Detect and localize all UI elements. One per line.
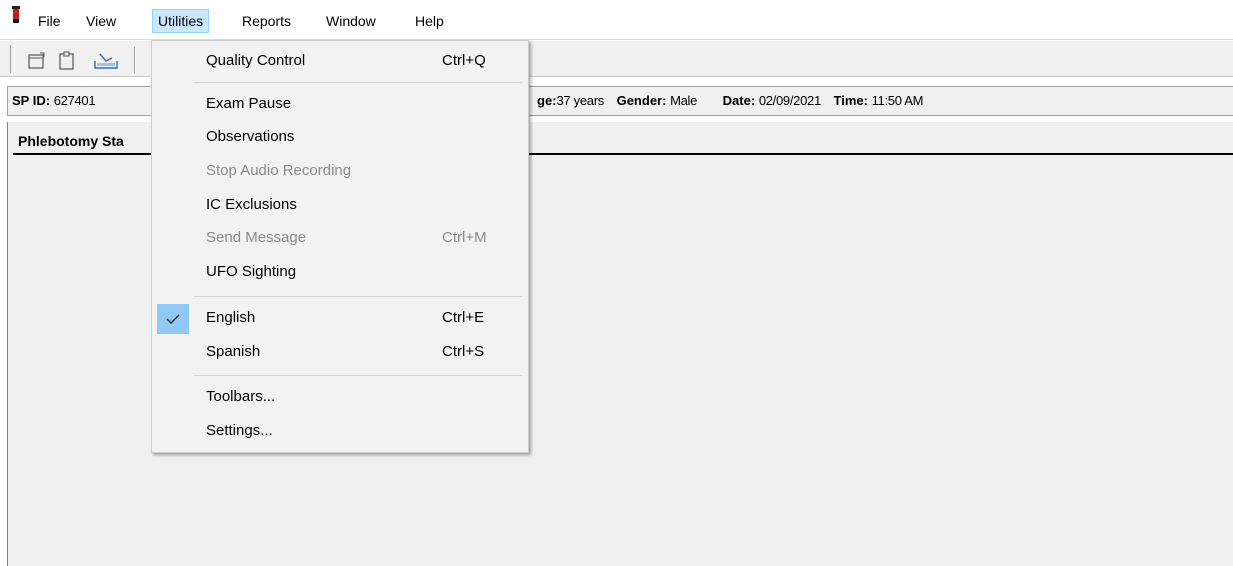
- menu-view[interactable]: View: [80, 9, 122, 33]
- menu-item-label: Observations: [206, 128, 295, 145]
- toolbar-grip[interactable]: [10, 45, 15, 73]
- menu-file[interactable]: File: [32, 9, 67, 33]
- menu-item-stop-audio-recording: Stop Audio Recording: [154, 156, 526, 186]
- menu-item-spanish[interactable]: Spanish Ctrl+S: [154, 337, 526, 367]
- toolbar-separator: [134, 47, 136, 73]
- menu-item-observations[interactable]: Observations: [154, 122, 526, 152]
- menu-item-quality-control[interactable]: Quality Control Ctrl+Q: [154, 46, 526, 76]
- menu-utilities[interactable]: Utilities: [152, 9, 210, 33]
- date-value: 02/09/2021: [758, 93, 821, 108]
- menu-item-label: Send Message: [206, 229, 307, 246]
- clipboard-icon[interactable]: [57, 51, 77, 71]
- menu-separator: [194, 296, 522, 297]
- menu-item-shortcut: Ctrl+S: [442, 343, 485, 360]
- menu-item-toolbars[interactable]: Toolbars...: [154, 382, 526, 412]
- panel-title: Phlebotomy Sta: [18, 133, 124, 149]
- menu-item-label: Settings...: [206, 422, 273, 439]
- utilities-dropdown-menu: Quality Control Ctrl+Q Exam Pause Observ…: [151, 40, 529, 453]
- sp-id: SP ID: 627401: [12, 87, 96, 115]
- time-value: 11:50 AM: [871, 93, 924, 108]
- app-window: File View Utilities Reports Window Help …: [0, 0, 1233, 566]
- menu-help[interactable]: Help: [409, 9, 450, 33]
- time-label: Time:: [833, 93, 868, 108]
- menu-item-ufo-sighting[interactable]: UFO Sighting: [154, 257, 526, 287]
- menu-bar: File View Utilities Reports Window Help: [0, 0, 1233, 40]
- menu-reports[interactable]: Reports: [236, 9, 297, 33]
- patient-details: ge:37 years Gender: Male Date: 02/09/202…: [537, 87, 923, 115]
- menu-item-settings[interactable]: Settings...: [154, 416, 526, 446]
- date-label: Date:: [722, 93, 756, 108]
- menu-separator: [194, 82, 522, 83]
- age-label: ge:: [537, 93, 557, 108]
- menu-item-shortcut: Ctrl+M: [442, 229, 487, 246]
- sp-id-label: SP ID:: [12, 93, 51, 108]
- menu-item-ic-exclusions[interactable]: IC Exclusions: [154, 190, 526, 220]
- gender-value: Male: [670, 93, 698, 108]
- menu-item-label: IC Exclusions: [206, 196, 297, 213]
- menu-item-label: Toolbars...: [206, 388, 276, 405]
- age-value: 37 years: [556, 93, 605, 108]
- test-tube-app-icon: [12, 6, 20, 23]
- menu-separator: [194, 375, 522, 376]
- import-icon[interactable]: [92, 51, 120, 71]
- menu-item-english[interactable]: English Ctrl+E: [154, 303, 526, 334]
- checkmark-icon: [166, 314, 180, 324]
- menu-item-label: Quality Control: [206, 52, 306, 69]
- menu-item-label: English: [206, 309, 256, 326]
- menu-item-shortcut: Ctrl+Q: [442, 52, 486, 69]
- menu-item-exam-pause[interactable]: Exam Pause: [154, 89, 526, 119]
- menu-window[interactable]: Window: [320, 9, 382, 33]
- menu-item-label: Exam Pause: [206, 95, 292, 112]
- menu-item-send-message: Send Message Ctrl+M: [154, 223, 526, 253]
- menu-item-label: Stop Audio Recording: [206, 162, 352, 179]
- menu-item-label: UFO Sighting: [206, 263, 297, 280]
- checked-indicator: [157, 304, 189, 334]
- sp-id-value: 627401: [53, 93, 96, 108]
- gender-label: Gender:: [616, 93, 667, 108]
- menu-item-shortcut: Ctrl+E: [442, 309, 485, 326]
- menu-item-label: Spanish: [206, 343, 261, 360]
- new-window-icon[interactable]: [27, 51, 47, 71]
